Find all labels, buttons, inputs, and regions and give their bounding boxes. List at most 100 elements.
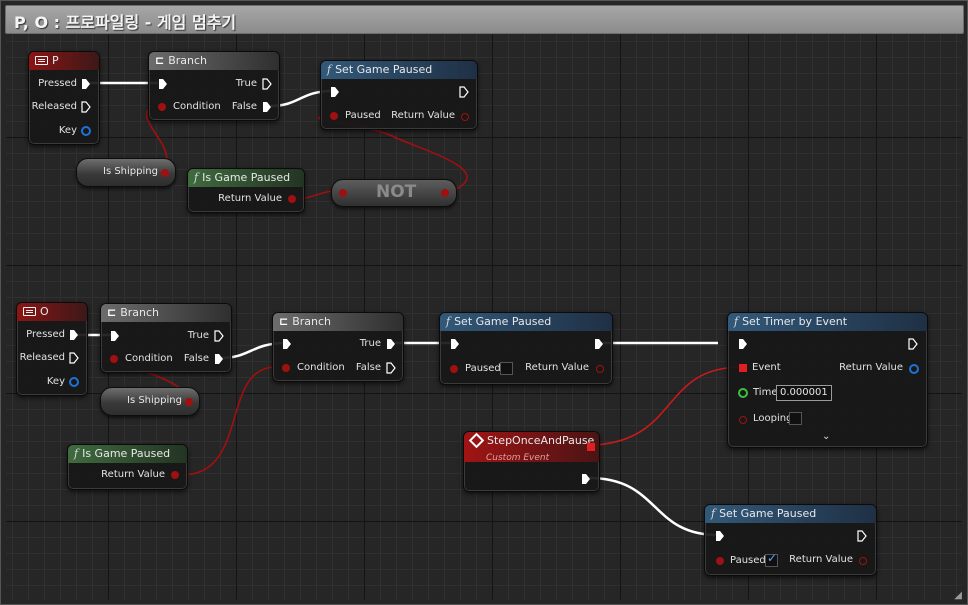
is-shipping-node-2[interactable]: Is Shipping xyxy=(100,387,200,416)
node-header: f Set Timer by Event xyxy=(728,313,927,331)
exec-out-pin-icon[interactable] xyxy=(69,352,79,364)
custom-event-subtitle: Custom Event xyxy=(486,453,550,462)
exec-out-pin-icon[interactable] xyxy=(81,78,91,90)
exec-out-pin-icon[interactable] xyxy=(908,338,918,350)
event-diamond-icon xyxy=(468,432,485,448)
paused-checkbox[interactable] xyxy=(500,362,513,375)
pin-label-return-value: Return Value xyxy=(789,554,853,565)
pin-label-time: Time xyxy=(753,387,778,398)
function-icon: f xyxy=(711,507,716,520)
bool-out-pin-icon[interactable] xyxy=(441,189,449,197)
pin-label-paused: Paused xyxy=(730,555,766,566)
bool-out-pin-icon[interactable] xyxy=(171,471,179,479)
pin-label-condition: Condition xyxy=(125,353,173,364)
bool-out-pin-icon[interactable] xyxy=(161,169,169,177)
time-value-input[interactable]: 0.000001 xyxy=(776,385,832,401)
exec-in-pin-icon[interactable] xyxy=(330,86,340,98)
bool-in-pin-icon[interactable] xyxy=(330,112,338,120)
pin-label-return-value: Return Value xyxy=(525,362,589,373)
is-game-paused-node-1[interactable]: f Is Game Paused Return Value xyxy=(187,168,305,213)
float-in-pin-icon[interactable] xyxy=(738,388,748,398)
handle-out-pin-icon[interactable] xyxy=(909,364,919,374)
exec-in-pin-icon[interactable] xyxy=(282,338,292,350)
node-header: ⊏ Branch xyxy=(101,304,231,322)
bool-in-pin-icon[interactable] xyxy=(110,355,118,363)
node-header: ⊏ Branch xyxy=(149,52,279,70)
exec-out-pin-icon[interactable] xyxy=(262,101,272,113)
pin-label-paused: Paused xyxy=(345,110,381,121)
exec-out-pin-icon[interactable] xyxy=(581,473,591,485)
graph-title: P, O : 프로파일링 - 게임 멈추기 xyxy=(14,13,237,32)
not-label: NOT xyxy=(376,182,417,202)
function-icon: f xyxy=(74,447,79,460)
chevron-down-icon[interactable]: ⌄ xyxy=(822,431,830,442)
delegate-out-pin-icon[interactable] xyxy=(587,443,595,451)
exec-in-pin-icon[interactable] xyxy=(715,530,725,542)
bool-in-pin-icon[interactable] xyxy=(716,557,724,565)
set-game-paused-node-3[interactable]: f Set Game Paused Paused ✓ Return Value xyxy=(704,504,877,576)
is-shipping-node-1[interactable]: Is Shipping xyxy=(76,158,176,187)
paused-checkbox[interactable]: ✓ xyxy=(765,551,778,567)
pin-label-true: True xyxy=(187,330,209,341)
set-timer-by-event-node[interactable]: f Set Timer by Event Event Return Value T… xyxy=(727,312,928,448)
exec-in-pin-icon[interactable] xyxy=(110,330,120,342)
pin-label-looping: Looping xyxy=(753,413,793,424)
bool-out-pin-icon[interactable] xyxy=(859,557,867,565)
exec-out-pin-icon[interactable] xyxy=(386,362,396,374)
node-header: f Is Game Paused xyxy=(68,445,187,463)
exec-in-pin-icon[interactable] xyxy=(158,78,168,90)
is-shipping-label: Is Shipping xyxy=(127,395,182,406)
pin-label-key: Key xyxy=(58,125,77,136)
exec-out-pin-icon[interactable] xyxy=(459,86,469,98)
set-game-paused-node-1[interactable]: f Set Game Paused Paused Return Value xyxy=(320,60,478,130)
function-icon: f xyxy=(734,315,739,328)
is-game-paused-node-2[interactable]: f Is Game Paused Return Value xyxy=(67,444,188,490)
pin-label-true: True xyxy=(359,338,381,349)
bool-in-pin-icon[interactable] xyxy=(158,103,166,111)
bool-out-pin-icon[interactable] xyxy=(596,365,604,373)
looping-checkbox[interactable] xyxy=(789,412,802,425)
delegate-in-pin-icon[interactable] xyxy=(739,364,747,372)
node-header: O xyxy=(17,303,87,321)
node-header: f Set Game Paused xyxy=(705,505,876,523)
node-header: f Set Game Paused xyxy=(440,313,612,331)
branch-node-2[interactable]: ⊏ Branch True Condition False xyxy=(100,303,232,373)
key-struct-pin-icon[interactable] xyxy=(81,126,91,136)
set-game-paused-node-2[interactable]: f Set Game Paused Paused Return Value xyxy=(439,312,613,385)
keyboard-icon xyxy=(23,306,36,316)
pin-label-pressed: Pressed xyxy=(38,78,77,89)
exec-out-pin-icon[interactable] xyxy=(857,530,867,542)
function-icon: f xyxy=(327,63,332,76)
exec-out-pin-icon[interactable] xyxy=(69,329,79,341)
bool-in-pin-icon[interactable] xyxy=(450,365,458,373)
exec-in-pin-icon[interactable] xyxy=(738,338,748,350)
not-boolean-node[interactable]: NOT xyxy=(331,179,457,207)
bool-out-pin-icon[interactable] xyxy=(461,113,469,121)
pin-label-released: Released xyxy=(19,352,65,363)
bool-in-pin-icon[interactable] xyxy=(339,189,347,197)
bool-out-pin-icon[interactable] xyxy=(185,398,193,406)
key-struct-pin-icon[interactable] xyxy=(69,377,79,387)
bool-in-pin-icon[interactable] xyxy=(282,364,290,372)
exec-out-pin-icon[interactable] xyxy=(214,330,224,342)
exec-out-pin-icon[interactable] xyxy=(594,338,604,350)
pin-label-return-value: Return Value xyxy=(391,110,455,121)
resize-grip-icon[interactable]: ◢ xyxy=(954,590,962,601)
bool-in-pin-icon[interactable] xyxy=(739,416,747,424)
exec-out-pin-icon[interactable] xyxy=(81,101,91,113)
pin-label-true: True xyxy=(235,78,257,89)
exec-in-pin-icon[interactable] xyxy=(450,338,460,350)
checkmark-icon: ✓ xyxy=(767,551,778,565)
pin-label-false: False xyxy=(183,353,209,364)
input-key-o-node[interactable]: O Pressed Released Key xyxy=(16,302,88,396)
pin-label-condition: Condition xyxy=(173,101,221,112)
node-header: P xyxy=(29,52,99,70)
exec-out-pin-icon[interactable] xyxy=(214,353,224,365)
branch-node-3[interactable]: ⊏ Branch True Condition False xyxy=(272,312,404,382)
exec-out-pin-icon[interactable] xyxy=(386,338,396,350)
bool-out-pin-icon[interactable] xyxy=(288,195,296,203)
branch-node-1[interactable]: ⊏ Branch True Condition False xyxy=(148,51,280,121)
step-once-and-pause-event-node[interactable]: StepOnceAndPause Custom Event xyxy=(463,431,600,492)
input-key-p-node[interactable]: P Pressed Released Key xyxy=(28,51,100,145)
exec-out-pin-icon[interactable] xyxy=(262,78,272,90)
